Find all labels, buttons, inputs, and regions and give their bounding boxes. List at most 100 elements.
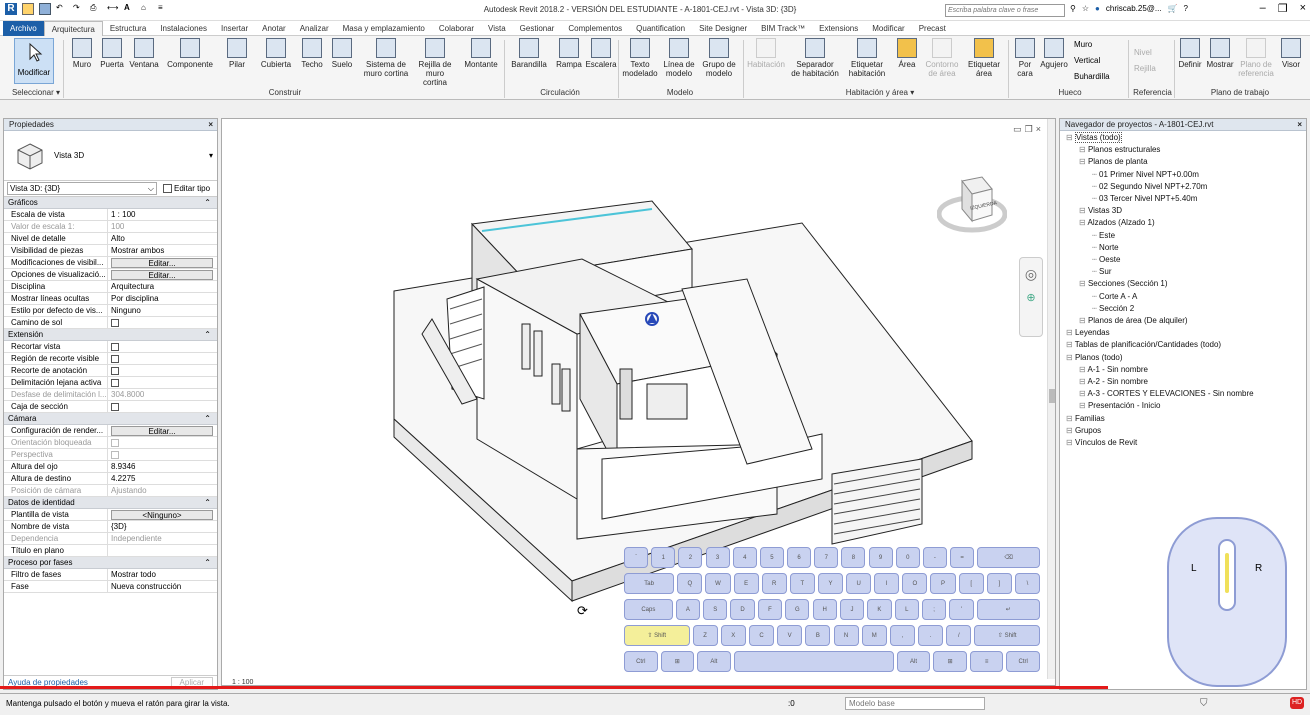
prop-value[interactable]: 8.9346 (108, 461, 217, 472)
key-shift[interactable]: ⇧ Shift (974, 625, 1040, 646)
zoom-region-icon[interactable]: ⊕ (1020, 291, 1042, 304)
muro-button[interactable]: Muro (68, 38, 96, 69)
prop-value[interactable]: 1 : 100 (108, 209, 217, 220)
prop-value[interactable]: Nueva construcción (108, 581, 217, 592)
key-c[interactable]: C (748, 625, 775, 646)
muro-button[interactable]: Muro (1074, 40, 1092, 49)
mostrar-button[interactable]: Mostrar (1205, 38, 1235, 69)
key-e[interactable]: E (733, 573, 759, 594)
key-space[interactable]: ⊞ (933, 651, 967, 672)
help-icon[interactable]: ? (1184, 4, 1188, 13)
tree-item-seccion-2[interactable]: ┄ Sección 2 (1092, 304, 1134, 313)
search-input[interactable]: Escriba palabra clave o frase (945, 4, 1065, 17)
key-0[interactable]: 0 (895, 547, 920, 568)
tree-toggle-icon[interactable]: ┄ (1092, 182, 1099, 191)
key-d[interactable]: D (730, 599, 755, 620)
save-icon[interactable] (39, 3, 51, 15)
open-icon[interactable] (22, 3, 34, 15)
key-space[interactable]: / (946, 625, 972, 646)
prop-value[interactable]: Ajustando (108, 485, 217, 496)
key-7[interactable]: 7 (814, 547, 839, 568)
prop-value[interactable] (108, 401, 217, 412)
key-y[interactable]: Y (817, 573, 844, 594)
key-q[interactable]: Q (677, 573, 703, 594)
etiquetar-habitacion-button[interactable]: Etiquetar habitación (844, 38, 890, 78)
print-icon[interactable]: ⎙ (90, 3, 102, 15)
prop-value[interactable]: Editar... (108, 257, 217, 268)
tree-item-01-primer-nivel-npt-0-00m[interactable]: ┄ 01 Primer Nivel NPT+0.00m (1092, 170, 1199, 179)
prop-section-datos-de-identidad[interactable]: Datos de identidad ⌃ (4, 497, 217, 509)
key-space[interactable]: ↵ (976, 599, 1040, 620)
vertical-button[interactable]: Vertical (1074, 56, 1100, 65)
tree-item-a-3-cortes-y-elevaciones-sin-nombre[interactable]: ⊟ A-3 - CORTES Y ELEVACIONES - Sin nombr… (1079, 389, 1254, 398)
key-space[interactable]: , (889, 625, 916, 646)
tab-masa-y-emplazamiento[interactable]: Masa y emplazamiento (336, 21, 432, 36)
contorno-de-area-button[interactable]: Contorno de área (924, 38, 960, 78)
key-space[interactable]: ⌫ (977, 547, 1040, 568)
tree-toggle-icon[interactable]: ⊟ (1079, 145, 1088, 154)
tree-toggle-icon[interactable]: ⊟ (1079, 401, 1088, 410)
key-j[interactable]: J (839, 599, 865, 620)
tree-item-secciones-seccion-1[interactable]: ⊟ Secciones (Sección 1) (1079, 279, 1168, 288)
tree-item-a-2-sin-nombre[interactable]: ⊟ A-2 - Sin nombre (1079, 377, 1148, 386)
key-space[interactable]: . (918, 625, 944, 646)
por-cara-button[interactable]: Por cara (1012, 38, 1038, 78)
tree-item-oeste[interactable]: ┄ Oeste (1092, 255, 1120, 264)
tree-item-presentacion-inicio[interactable]: ⊟ Presentación - Inicio (1079, 401, 1160, 410)
tree-item-vinculos-de-revit[interactable]: ⊟ Vínculos de Revit (1066, 438, 1137, 447)
prop-edit-button[interactable]: Editar... (111, 426, 213, 436)
tree-toggle-icon[interactable]: ┄ (1092, 255, 1099, 264)
tree-toggle-icon[interactable]: ⊟ (1066, 438, 1075, 447)
key-ctrl[interactable]: Ctrl (624, 651, 658, 672)
grupo-de-modelo-button[interactable]: Grupo de modelo (700, 38, 738, 78)
user-name[interactable]: chriscab.25@... (1106, 4, 1162, 13)
measure-icon[interactable]: ⟷ (107, 3, 119, 15)
tab-site-designer[interactable]: Site Designer (692, 21, 754, 36)
tree-toggle-icon[interactable]: ⊟ (1066, 328, 1075, 337)
tree-toggle-icon[interactable]: ┄ (1092, 304, 1099, 313)
escalera-button[interactable]: Escalera (584, 38, 618, 69)
key-alt[interactable]: Alt (697, 651, 731, 672)
instance-selector[interactable]: Vista 3D: {3D} ⌵ (7, 182, 157, 195)
key-r[interactable]: R (761, 573, 787, 594)
undo-icon[interactable]: ↶ (56, 3, 68, 15)
key-b[interactable]: B (805, 625, 831, 646)
binoculars-icon[interactable]: ⚲ (1070, 4, 1076, 13)
minimize-icon[interactable]: – (1260, 2, 1266, 15)
checkbox[interactable] (111, 403, 119, 411)
view-cube[interactable]: IZQUIERDA (936, 169, 1008, 239)
collapse-icon[interactable]: ⌃ (204, 557, 211, 568)
model-selector[interactable]: Modelo base (845, 697, 985, 710)
prop-value[interactable]: Por disciplina (108, 293, 217, 304)
tree-item-03-tercer-nivel-npt-5-40m[interactable]: ┄ 03 Tercer Nivel NPT+5.40m (1092, 194, 1197, 203)
checkbox[interactable] (111, 439, 119, 447)
tree-item-familias[interactable]: ⊟ Familias (1066, 414, 1105, 423)
key-o[interactable]: O (902, 573, 928, 594)
tree-toggle-icon[interactable]: ⊟ (1066, 426, 1075, 435)
plano-de-referencia-button[interactable]: Plano de referencia (1236, 38, 1276, 78)
tab-anotar[interactable]: Anotar (255, 21, 293, 36)
collapse-icon[interactable]: ⌃ (204, 497, 211, 508)
cubierta-button[interactable]: Cubierta (258, 38, 294, 69)
key-9[interactable]: 9 (868, 547, 893, 568)
key-space[interactable]: \ (1014, 573, 1040, 594)
key-w[interactable]: W (705, 573, 731, 594)
type-selector[interactable]: Vista 3D ▾ (4, 131, 217, 181)
etiquetar-area-button[interactable]: Etiquetar área (962, 38, 1006, 78)
key-h[interactable]: H (812, 599, 837, 620)
prop-value[interactable] (108, 437, 217, 448)
tree-item-planos-estructurales[interactable]: ⊟ Planos estructurales (1079, 145, 1160, 154)
tree-item-planos-de-planta[interactable]: ⊟ Planos de planta (1079, 157, 1148, 166)
restore-icon[interactable]: ❐ (1278, 2, 1288, 15)
key-space[interactable]: ' (949, 599, 974, 620)
prop-section-camara[interactable]: Cámara ⌃ (4, 413, 217, 425)
key-ctrl[interactable]: Ctrl (1006, 651, 1040, 672)
3d-viewport[interactable]: ▭ ❐ × IZQUIERDA ◎ ⊕ ⟳ ` 1 2 3 4 5 6 7 8 … (221, 118, 1056, 686)
key-tab[interactable]: Tab (624, 573, 675, 594)
tree-item-alzados-alzado-1[interactable]: ⊟ Alzados (Alzado 1) (1079, 218, 1155, 227)
tree-toggle-icon[interactable]: ⊟ (1079, 157, 1088, 166)
star-icon[interactable]: ☆ (1082, 4, 1089, 13)
tab-gestionar[interactable]: Gestionar (513, 21, 562, 36)
key-g[interactable]: G (785, 599, 810, 620)
collapse-icon[interactable]: ⌃ (204, 197, 211, 208)
